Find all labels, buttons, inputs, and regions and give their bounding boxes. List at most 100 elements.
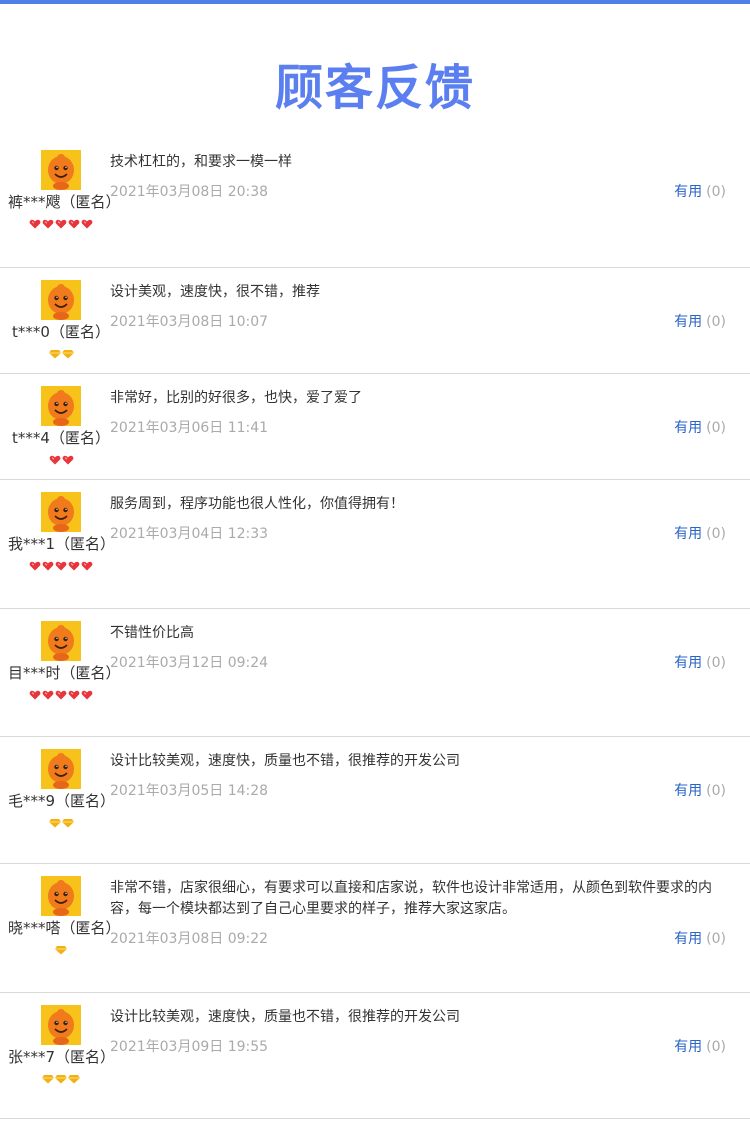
avatar [8, 1005, 114, 1045]
review-text: 技术杠杠的，和要求一模一样 [110, 154, 292, 170]
useful-count: (0) [706, 655, 726, 671]
reviewer-level-badges [8, 452, 114, 466]
useful-vote: 有用 (0) [674, 653, 726, 673]
review-content: 非常好，比别的好很多，也快，爱了爱了 2021年03月06日 11:41 [110, 388, 738, 438]
gold-diamond-icon [61, 818, 74, 827]
reviewer-name: t***4（匿名） [12, 429, 110, 447]
review-list: 裤***飕（匿名） 技术杠杠的，和要求一模一样 2021年03月08日 20:3… [0, 138, 750, 1119]
red-heart-icon [62, 455, 73, 464]
red-heart-icon [42, 690, 54, 699]
review-item: 我***1（匿名） 服务周到，程序功能也很人性化，你值得拥有！ 2021年03月… [0, 480, 750, 609]
avatar [8, 150, 114, 190]
review-content: 技术杠杠的，和要求一模一样 2021年03月08日 20:38 [110, 152, 738, 202]
useful-button[interactable]: 有用 [674, 314, 702, 330]
red-heart-icon [68, 690, 80, 699]
reviewer: 晓***嗒（匿名） [8, 876, 121, 956]
review-content: 服务周到，程序功能也很人性化，你值得拥有！ 2021年03月04日 12:33 [110, 494, 738, 544]
review-date: 2021年03月08日 20:38 [110, 184, 269, 200]
useful-button[interactable]: 有用 [674, 931, 702, 947]
reviewer: 毛***9（匿名） [8, 749, 116, 829]
review-item: 目***时（匿名） 不错性价比高 2021年03月12日 09:24 有用 (0) [0, 609, 750, 737]
reviewer-name: t***0（匿名） [12, 323, 110, 341]
avatar [8, 876, 114, 916]
useful-button[interactable]: 有用 [674, 526, 702, 542]
review-content: 设计美观，速度快，很不错，推荐 2021年03月08日 10:07 [110, 282, 738, 332]
review-date: 2021年03月04日 12:33 [110, 526, 269, 542]
useful-count: (0) [706, 526, 726, 542]
review-text: 不错性价比高 [110, 625, 194, 641]
useful-vote: 有用 (0) [674, 524, 726, 544]
reviewer: 我***1（匿名） [8, 492, 116, 572]
review-content: 设计比较美观，速度快，质量也不错，很推荐的开发公司 2021年03月05日 14… [110, 751, 738, 801]
review-item: t***0（匿名） 设计美观，速度快，很不错，推荐 2021年03月08日 10… [0, 268, 750, 374]
gold-diamond-icon [55, 945, 67, 954]
red-heart-icon [42, 561, 54, 570]
reviewer-name: 毛***9（匿名） [8, 792, 116, 810]
review-date: 2021年03月12日 09:24 [110, 655, 269, 671]
red-heart-icon [81, 219, 93, 228]
review-item: t***4（匿名） 非常好，比别的好很多，也快，爱了爱了 2021年03月06日… [0, 374, 750, 480]
avatar-icon [41, 386, 81, 426]
reviewer-name: 我***1（匿名） [8, 535, 116, 553]
page-title: 顾客反馈 [274, 60, 475, 116]
reviewer: 张***7（匿名） [8, 1005, 116, 1085]
reviewer-level-badges [8, 1071, 114, 1085]
reviewer-name: 张***7（匿名） [8, 1048, 116, 1066]
red-heart-icon [49, 455, 60, 464]
useful-vote: 有用 (0) [674, 929, 726, 949]
gold-diamond-icon [48, 349, 61, 358]
red-heart-icon [81, 690, 93, 699]
avatar-icon [41, 876, 81, 916]
reviewer-name: 目***时（匿名） [8, 664, 121, 682]
reviewer: t***4（匿名） [8, 386, 114, 466]
reviewer-level-badges [8, 687, 114, 701]
review-item: 晓***嗒（匿名） 非常不错，店家很细心，有要求可以直接和店家说，软件也设计非常… [0, 864, 750, 993]
review-item: 裤***飕（匿名） 技术杠杠的，和要求一模一样 2021年03月08日 20:3… [0, 138, 750, 268]
gold-diamond-icon [48, 818, 61, 827]
reviewer-level-badges [8, 815, 114, 829]
useful-button[interactable]: 有用 [674, 420, 702, 436]
useful-count: (0) [706, 1039, 726, 1055]
review-item: 张***7（匿名） 设计比较美观，速度快，质量也不错，很推荐的开发公司 2021… [0, 993, 750, 1119]
review-date: 2021年03月05日 14:28 [110, 783, 269, 799]
review-date: 2021年03月08日 10:07 [110, 314, 269, 330]
useful-button[interactable]: 有用 [674, 783, 702, 799]
review-content: 不错性价比高 2021年03月12日 09:24 [110, 623, 738, 673]
reviewer-level-badges [8, 216, 114, 230]
reviewer-name: 裤***飕（匿名） [8, 193, 121, 211]
useful-count: (0) [706, 931, 726, 947]
review-text: 服务周到，程序功能也很人性化，你值得拥有！ [110, 496, 404, 512]
reviewer: 裤***飕（匿名） [8, 150, 121, 230]
avatar-icon [41, 1005, 81, 1045]
useful-count: (0) [706, 783, 726, 799]
red-heart-icon [55, 690, 67, 699]
gold-diamond-icon [68, 1074, 80, 1083]
avatar [8, 749, 114, 789]
avatar-icon [41, 150, 81, 190]
red-heart-icon [55, 561, 67, 570]
avatar [8, 386, 114, 426]
red-heart-icon [81, 561, 93, 570]
avatar [8, 621, 114, 661]
useful-vote: 有用 (0) [674, 1037, 726, 1057]
useful-vote: 有用 (0) [674, 781, 726, 801]
top-accent-bar [0, 0, 750, 4]
gold-diamond-icon [61, 349, 74, 358]
useful-vote: 有用 (0) [674, 182, 726, 202]
avatar-icon [41, 280, 81, 320]
gold-diamond-icon [42, 1074, 54, 1083]
avatar-icon [41, 492, 81, 532]
avatar [8, 280, 114, 320]
red-heart-icon [29, 561, 41, 570]
red-heart-icon [42, 219, 54, 228]
review-content: 非常不错，店家很细心，有要求可以直接和店家说，软件也设计非常适用，从颜色到软件要… [110, 878, 738, 949]
reviewer-level-badges [8, 558, 114, 572]
useful-button[interactable]: 有用 [674, 1039, 702, 1055]
useful-button[interactable]: 有用 [674, 184, 702, 200]
red-heart-icon [29, 219, 41, 228]
red-heart-icon [68, 219, 80, 228]
useful-count: (0) [706, 314, 726, 330]
red-heart-icon [29, 690, 41, 699]
review-text: 设计比较美观，速度快，质量也不错，很推荐的开发公司 [110, 1009, 460, 1025]
useful-button[interactable]: 有用 [674, 655, 702, 671]
